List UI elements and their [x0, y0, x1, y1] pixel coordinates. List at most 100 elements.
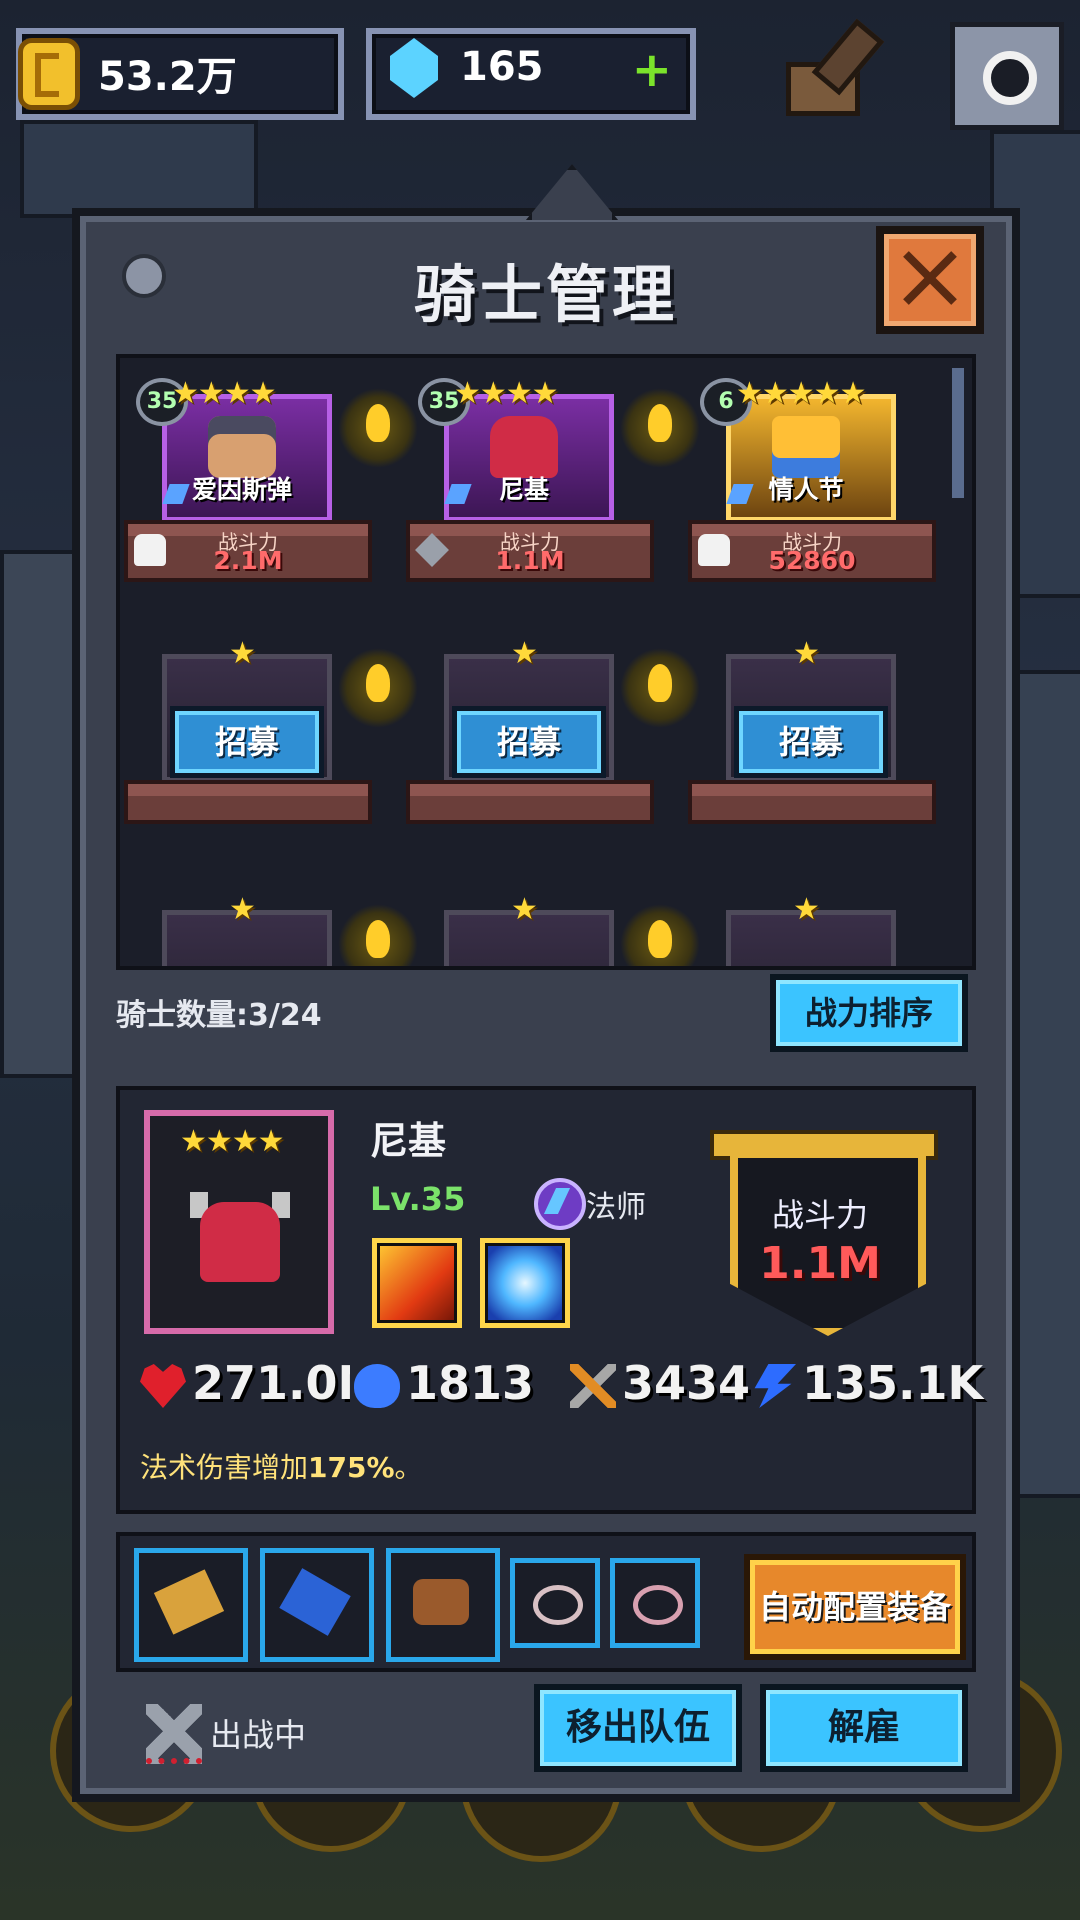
slot-stars: ★ — [793, 892, 820, 927]
hero-power: 2.1M — [213, 546, 283, 575]
auto-equip-button[interactable]: 自动配置装备 — [744, 1554, 966, 1660]
hero-sprite — [772, 416, 840, 478]
empty-shelf — [688, 780, 936, 824]
hero-shelf-1: 战斗力 2.1M — [124, 520, 372, 582]
close-button[interactable] — [876, 226, 984, 334]
mage-class-icon — [534, 1178, 586, 1230]
gem-value: 165 — [460, 44, 544, 90]
speed-value: 135.1K — [802, 1356, 984, 1410]
lightning-icon — [754, 1364, 796, 1408]
hero-stars: ★★★★ — [172, 376, 277, 411]
power-value: 1.1M — [759, 1238, 881, 1289]
armor-icon — [413, 1579, 469, 1625]
empty-slot-3: ★ 招募 — [726, 636, 896, 782]
recruit-button[interactable]: 招募 — [452, 706, 606, 778]
hero-card-1[interactable]: 35 ★★★★ 爱因斯弹 — [136, 376, 332, 522]
necklace-icon — [533, 1585, 583, 1625]
empty-slot-4: ★ — [162, 892, 332, 966]
knight-roster-grid[interactable]: 35 ★★★★ 爱因斯弹 战斗力 2.1M 35 ★★★★ 尼基 战斗力 1.1… — [116, 354, 976, 970]
slot-stars: ★ — [793, 636, 820, 671]
hero-name: 尼基 — [498, 475, 549, 504]
equipment-bar: 自动配置装备 — [116, 1532, 976, 1672]
hero-card-2[interactable]: 35 ★★★★ 尼基 — [418, 376, 614, 522]
hp-value: 271.0M — [192, 1356, 350, 1410]
whirlwind-skill-icon[interactable] — [480, 1238, 570, 1328]
equip-slot-armor[interactable] — [386, 1548, 500, 1662]
passive-end: 。 — [394, 1451, 423, 1484]
ring-icon — [633, 1585, 683, 1625]
gold-value: 53.2万 — [98, 54, 237, 100]
recruit-button[interactable]: 招募 — [734, 706, 888, 778]
power-crest: 战斗力 1.1M — [710, 1120, 938, 1336]
spellbook-icon — [279, 1568, 351, 1636]
torch-icon — [620, 904, 700, 966]
add-gems-icon[interactable]: + — [632, 42, 672, 98]
torch-icon — [620, 648, 700, 728]
torch-icon — [338, 904, 418, 966]
roster-scrollbar[interactable] — [952, 368, 964, 498]
knight-count: 骑士数量:3/24 — [116, 998, 322, 1033]
empty-shelf — [406, 780, 654, 824]
hero-power: 1.1M — [495, 546, 565, 575]
torch-icon — [620, 388, 700, 468]
hero-name: 爱因斯弹 — [191, 475, 292, 504]
attack-stat: 3434 — [570, 1356, 770, 1416]
deploy-status: 出战中 — [210, 1716, 307, 1754]
remove-from-team-button[interactable]: 移出队伍 — [534, 1684, 742, 1772]
hero-shelf-3: 战斗力 52860 — [688, 520, 936, 582]
hero-sprite — [208, 416, 276, 478]
torch-icon — [338, 648, 418, 728]
empty-shelf — [124, 780, 372, 824]
hero-sprite — [490, 416, 558, 478]
slot-stars: ★ — [511, 636, 538, 671]
knight-level: Lv.35 — [370, 1180, 466, 1218]
passive-text: 法术伤害增加 — [140, 1451, 309, 1484]
hero-card-3[interactable]: 6 ★★★★★ 情人节 — [700, 376, 896, 522]
mana-stat: 1813 — [354, 1356, 554, 1416]
equip-slot-ring[interactable] — [610, 1558, 700, 1648]
gem-icon — [390, 38, 438, 98]
gold-coin-icon — [18, 38, 80, 110]
dialog-title: 骑士管理 — [413, 258, 678, 331]
sword-icon — [570, 1364, 616, 1408]
empty-slot-2: ★ 招募 — [444, 636, 614, 782]
attack-value: 3434 — [622, 1356, 751, 1410]
equip-slot-offhand[interactable] — [260, 1548, 374, 1662]
gold-counter: 53.2万 — [16, 28, 344, 120]
forge-hammer-button[interactable] — [780, 18, 885, 116]
hero-stars: ★★★★ — [454, 376, 559, 411]
empty-slot-1: ★ 招募 — [162, 636, 332, 782]
settings-button[interactable] — [950, 22, 1064, 130]
knight-portrait: ★★★★ — [144, 1110, 334, 1334]
mana-value: 1813 — [406, 1356, 535, 1410]
equip-slot-necklace[interactable] — [510, 1558, 600, 1648]
hero-stars: ★★★★★ — [736, 376, 866, 411]
equip-slot-weapon[interactable] — [134, 1548, 248, 1662]
hp-stat: 271.0M — [140, 1356, 350, 1416]
gem-counter[interactable]: 165 + — [366, 28, 696, 120]
crossed-swords-icon — [146, 1704, 202, 1764]
knight-management-dialog: 骑士管理 35 ★★★★ 爱因斯弹 战斗力 2.1M 35 ★★★★ 尼基 战斗… — [72, 164, 1020, 1802]
scroll-weapon-icon — [153, 1569, 225, 1635]
slot-stars: ★ — [229, 636, 256, 671]
recruit-button[interactable]: 招募 — [170, 706, 324, 778]
power-label: 战斗力 — [771, 1196, 868, 1234]
empty-slot-6: ★ — [726, 892, 896, 966]
knight-name: 尼基 — [370, 1119, 447, 1163]
torch-icon — [338, 388, 418, 468]
slot-stars: ★ — [511, 892, 538, 927]
portrait-stars: ★★★★ — [180, 1124, 285, 1159]
knight-detail-panel: ★★★★ 尼基 Lv.35 法师 战斗力 1.1M 271.0M 1813 34… — [116, 1086, 983, 1514]
dismiss-button[interactable]: 解雇 — [760, 1684, 968, 1772]
knight-class: 法师 — [586, 1190, 646, 1225]
hero-shelf-2: 战斗力 1.1M — [406, 520, 654, 582]
sort-by-power-button[interactable]: 战力排序 — [770, 974, 968, 1052]
knight-sprite — [200, 1202, 280, 1282]
hero-power: 52860 — [768, 546, 856, 575]
passive-value: 175% — [308, 1451, 395, 1484]
empty-slot-5: ★ — [444, 892, 614, 966]
mana-potion-icon — [354, 1364, 400, 1408]
fire-skill-icon[interactable] — [372, 1238, 462, 1328]
speed-stat: 135.1K — [750, 1356, 984, 1416]
heart-icon — [140, 1364, 186, 1408]
